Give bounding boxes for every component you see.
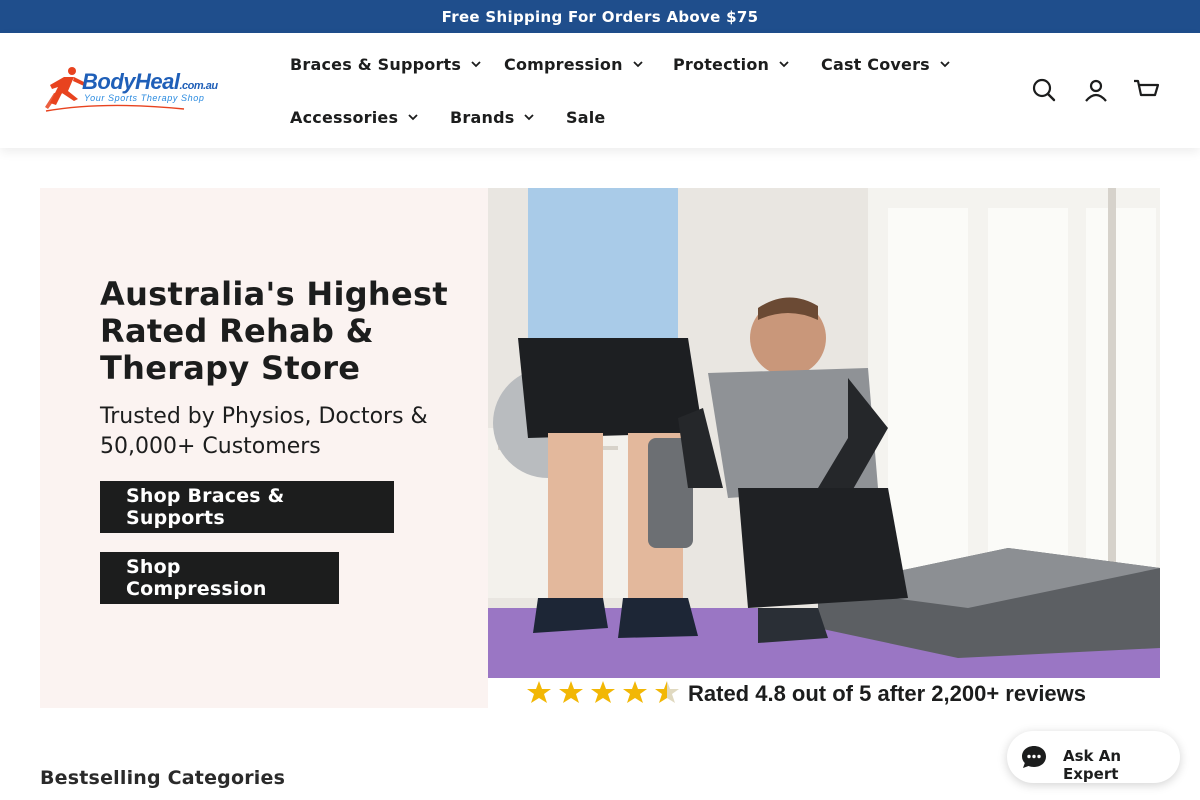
- announcement-bar: Free Shipping For Orders Above $75: [0, 0, 1200, 33]
- star-rating-icon: [527, 681, 679, 703]
- nav-item-label: Brands: [450, 107, 515, 127]
- chat-label: Ask An Expert: [1063, 747, 1122, 783]
- shop-braces-supports-button[interactable]: Shop Braces & Supports: [100, 481, 394, 533]
- hero-photo-physio-fitting-knee-brace: [488, 188, 1160, 708]
- cart-icon[interactable]: [1133, 77, 1159, 103]
- site-header: BodyHeal.com.au Your Sports Therapy Shop…: [0, 33, 1200, 148]
- nav-item-label: Braces & Supports: [290, 54, 462, 74]
- nav-item-protection[interactable]: Protection: [673, 49, 789, 79]
- chevron-down-icon: [524, 114, 535, 121]
- search-icon[interactable]: [1031, 77, 1057, 103]
- chevron-down-icon: [779, 61, 789, 68]
- chevron-down-icon: [940, 61, 950, 68]
- logo-wordmark: BodyHeal.com.au: [82, 69, 218, 94]
- hero-subtitle: Trusted by Physios, Doctors & 50,000+ Cu…: [100, 404, 428, 459]
- hero-title: Australia's Highest Rated Rehab & Therap…: [100, 275, 448, 387]
- bestselling-categories-heading: Bestselling Categories: [40, 767, 286, 789]
- announcement-text: Free Shipping For Orders Above $75: [441, 7, 759, 26]
- logo-tagline: Your Sports Therapy Shop: [84, 93, 205, 103]
- chevron-down-icon: [633, 61, 643, 68]
- nav-item-braces-supports[interactable]: Braces & Supports: [290, 49, 481, 79]
- chat-bubble-icon: [1022, 746, 1046, 768]
- nav-item-label: Accessories: [290, 107, 399, 127]
- nav-item-label: Cast Covers: [821, 54, 930, 74]
- nav-item-accessories[interactable]: Accessories: [290, 102, 418, 132]
- nav-item-compression[interactable]: Compression: [504, 49, 643, 79]
- rating-strip: Rated 4.8 out of 5 after 2,200+ reviews: [488, 678, 1160, 708]
- nav-item-brands[interactable]: Brands: [450, 102, 535, 132]
- chevron-down-icon: [471, 61, 481, 68]
- nav-item-label: Compression: [504, 54, 623, 74]
- shop-compression-button[interactable]: Shop Compression: [100, 552, 339, 604]
- chevron-down-icon: [408, 114, 418, 121]
- nav-item-cast-covers[interactable]: Cast Covers: [821, 49, 950, 79]
- hero-banner: Australia's Highest Rated Rehab & Therap…: [40, 188, 1160, 708]
- rating-text: Rated 4.8 out of 5 after 2,200+ reviews: [688, 681, 1087, 706]
- account-icon[interactable]: [1083, 77, 1109, 103]
- nav-item-label: Sale: [566, 107, 606, 127]
- main-navigation: Braces & Supports Compression Protection…: [290, 33, 990, 148]
- ask-an-expert-button[interactable]: Ask An Expert: [1007, 731, 1180, 783]
- nav-item-label: Protection: [673, 54, 770, 74]
- nav-item-sale[interactable]: Sale: [566, 102, 605, 132]
